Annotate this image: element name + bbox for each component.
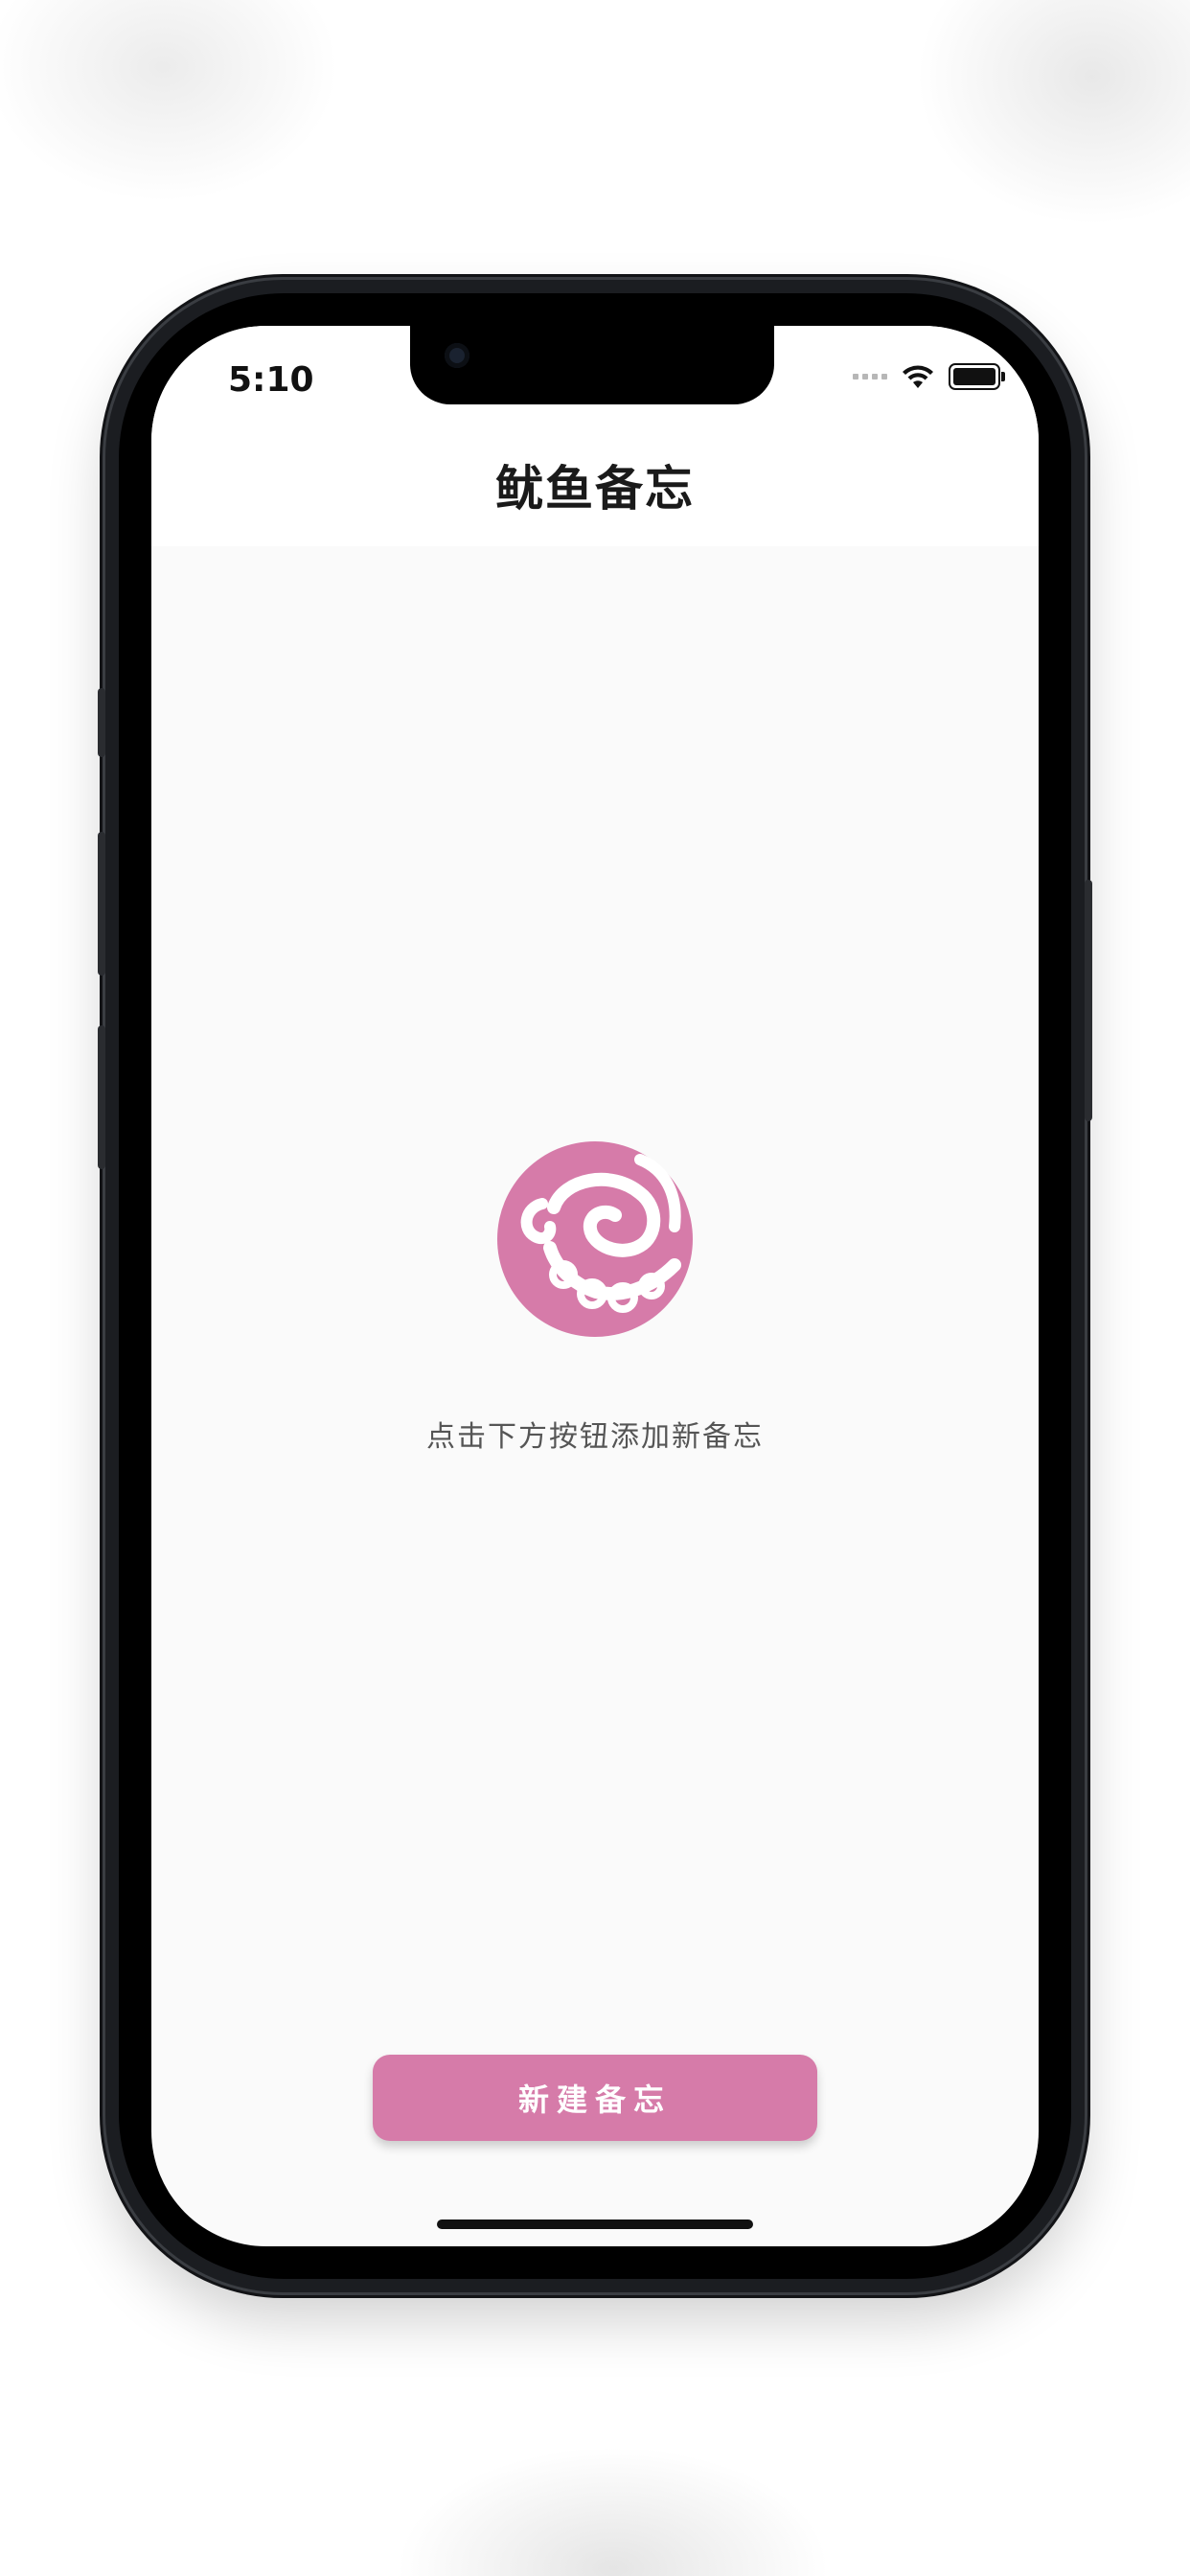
- battery-icon: [949, 363, 1005, 390]
- volume-up-button: [98, 832, 105, 976]
- navigation-bar: 鱿鱼备忘: [151, 422, 1039, 546]
- notch: [410, 326, 774, 404]
- volume-down-button: [98, 1025, 105, 1169]
- status-time: 5:10: [228, 360, 314, 400]
- new-memo-button[interactable]: 新建备忘: [373, 2055, 817, 2141]
- status-icons: [853, 360, 1005, 393]
- mute-switch: [98, 688, 105, 757]
- home-indicator[interactable]: [437, 2220, 753, 2229]
- power-button: [1085, 880, 1092, 1121]
- camera-icon: [445, 343, 469, 368]
- octopus-logo-icon: [497, 1141, 693, 1337]
- status-bar: 5:10: [151, 326, 1039, 422]
- wifi-icon: [903, 365, 933, 388]
- app-screen: 5:10 鱿鱼备忘 点击下方按钮添加新备忘 新建备忘: [151, 326, 1039, 2246]
- page-title: 鱿鱼备忘: [495, 461, 695, 517]
- empty-hint-text: 点击下方按钮添加新备忘: [426, 1420, 764, 1454]
- cellular-signal-icon: [853, 374, 887, 380]
